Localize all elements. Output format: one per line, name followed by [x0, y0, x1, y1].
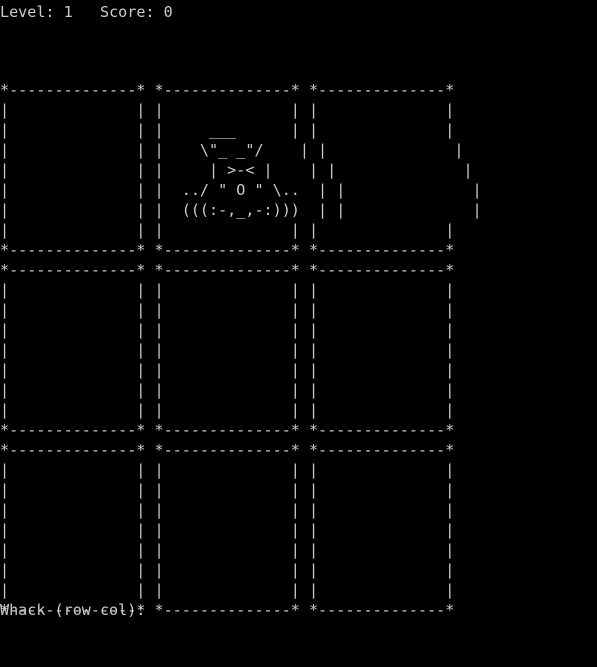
score-label: Score:	[99, 3, 155, 21]
prompt-label: Whack (row col):	[0, 601, 146, 619]
level-value: 1	[63, 3, 73, 21]
score-value: 0	[163, 3, 173, 21]
command-input[interactable]	[155, 603, 165, 618]
board-row-3-art: *--------------* *--------------* *-----…	[0, 441, 455, 619]
terminal-window: Level: 1 Score: 0 *--------------* *----…	[0, 0, 597, 667]
status-line: Level: 1 Score: 0	[0, 2, 173, 22]
game-board: *--------------* *--------------* *-----…	[0, 40, 597, 619]
board-row-1: *--------------* *--------------* *-----…	[0, 40, 597, 259]
level-label: Level:	[0, 3, 55, 21]
input-prompt[interactable]: Whack (row col):	[0, 600, 165, 620]
